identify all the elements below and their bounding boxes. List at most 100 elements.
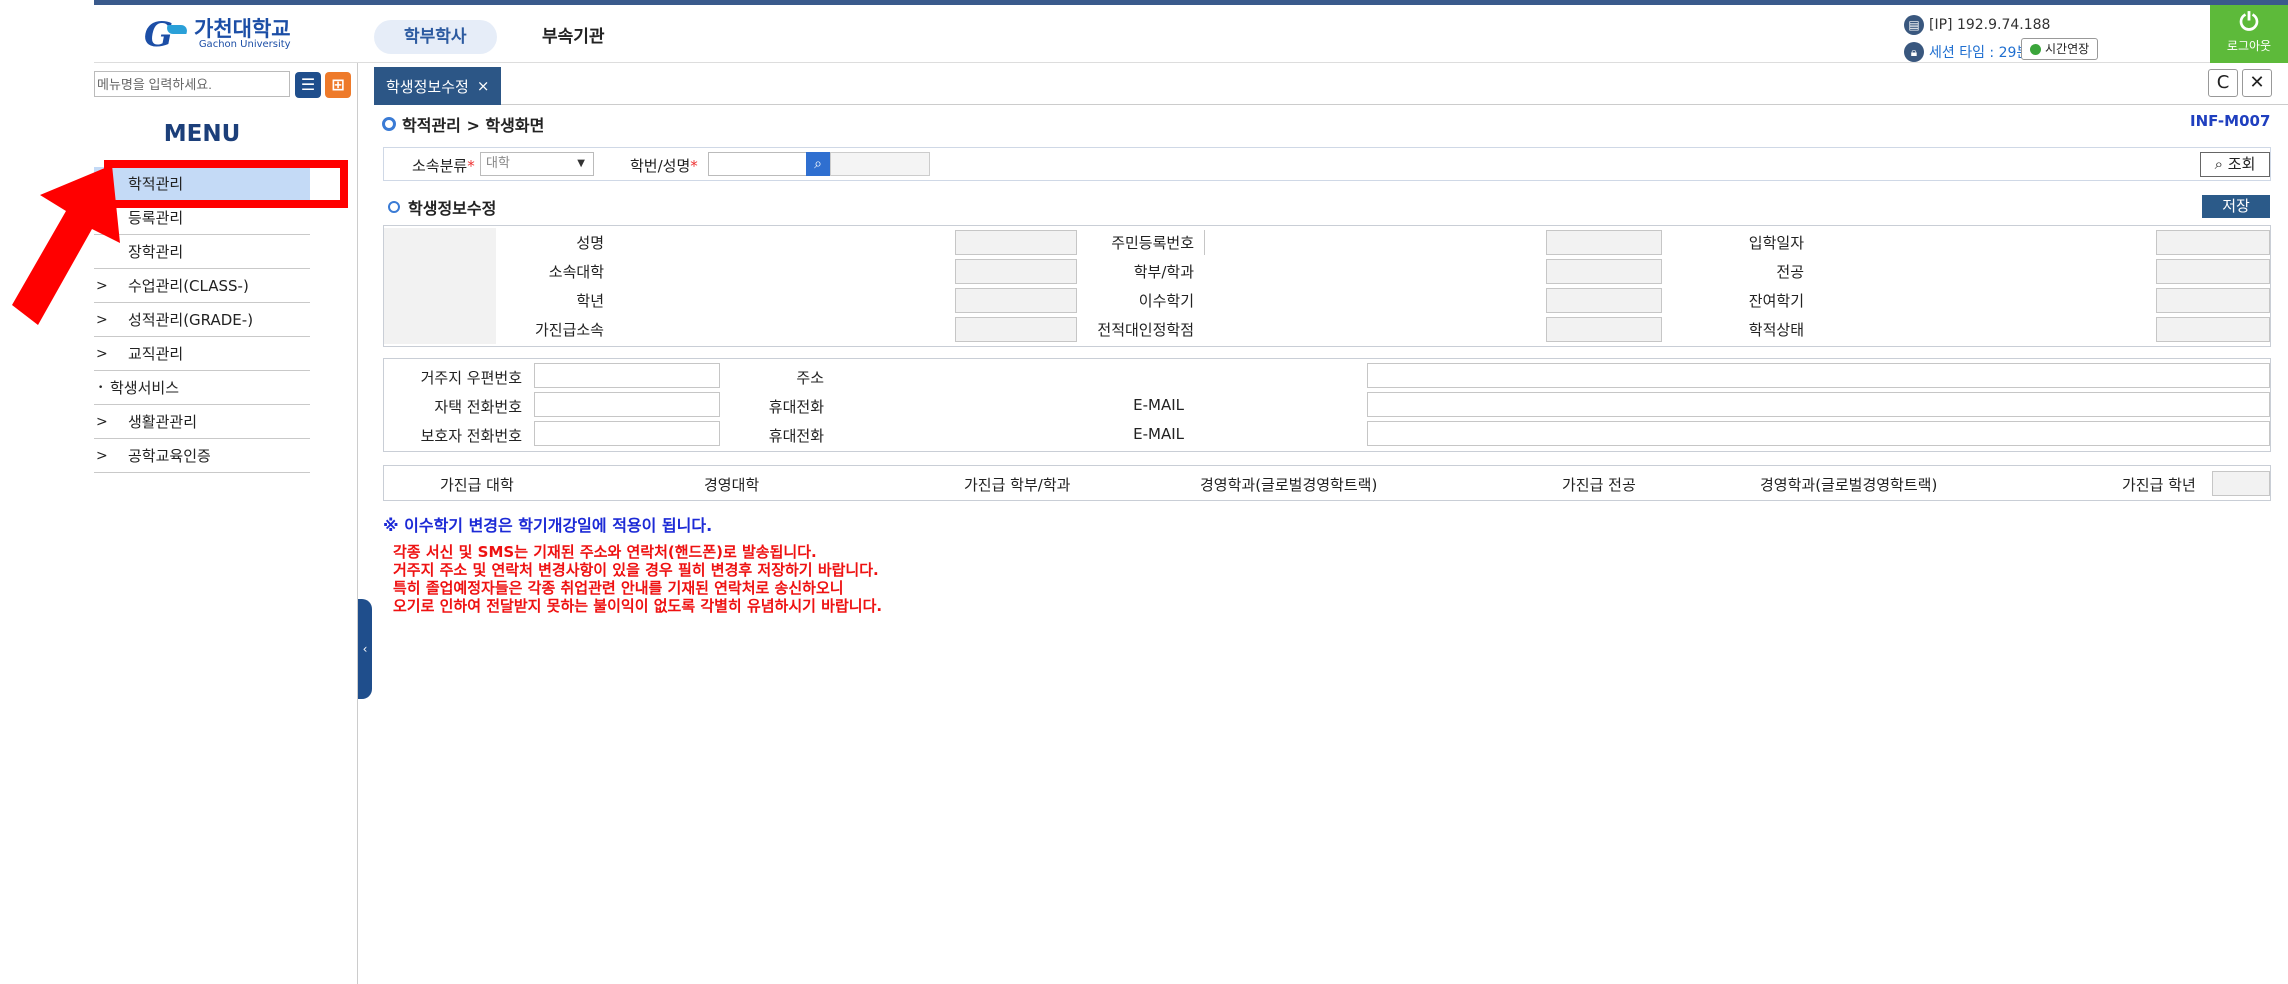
sidebar-item-label: 등록관리 [128, 209, 184, 227]
tab-label: 학생정보수정 [386, 77, 469, 96]
clock-icon [2030, 43, 2041, 55]
label-home-phone: 자택 전화번호 [434, 398, 522, 416]
label-address: 주소 [796, 369, 824, 387]
query-button[interactable]: ⌕ 조회 [2200, 152, 2270, 177]
provisional-college-value: 경영대학 [704, 476, 760, 494]
tab-student-info-edit[interactable]: 학생정보수정 × [374, 67, 502, 105]
provisional-summary-panel: 가진급 대학 경영대학 가진급 학부/학과 경영학과(글로벌경영학트랙) 가진급… [383, 465, 2271, 501]
lock-icon: 🔒︎ [1904, 42, 1924, 62]
highlight-box [104, 160, 348, 208]
bullet-icon: • [98, 382, 104, 393]
sidebar-item-label: 교직관리 [128, 345, 184, 363]
provisional-grade-field[interactable] [2212, 471, 2270, 496]
label-admission-date: 입학일자 [1748, 234, 1804, 252]
year-field[interactable] [955, 288, 1077, 313]
refresh-icon[interactable]: C [2208, 69, 2238, 97]
admission-date-field[interactable] [2156, 230, 2270, 255]
student-id-input[interactable] [708, 152, 808, 176]
major-field[interactable] [2156, 259, 2270, 284]
notice-line: 오기로 인하여 전달받지 못하는 불이익이 없도록 각별히 유념하시기 바랍니다… [393, 597, 883, 615]
name-field[interactable] [955, 230, 1077, 255]
label-department: 학부/학과 [1133, 263, 1194, 281]
logo-mark-icon: G [144, 15, 190, 55]
dept-select[interactable]: 대학 ▼ [480, 152, 594, 176]
sidebar-item-engineering-cert[interactable]: > 공학교육인증 [94, 439, 310, 473]
close-icon[interactable]: ✕ [2242, 69, 2272, 97]
provisional-major-value: 경영학과(글로벌경영학트랙) [1760, 476, 1938, 494]
guardian-email-field[interactable] [1367, 421, 2270, 446]
nav-affiliated-institutions[interactable]: 부속기관 [512, 20, 635, 54]
search-bar: 소속분류* 대학 ▼ 학번/성명* ⌕ [383, 147, 2271, 181]
chevron-right-icon: > [96, 345, 108, 362]
chevron-right-icon: > [96, 447, 108, 464]
label-provisional-grade: 가진급 학년 [2122, 476, 2196, 494]
label-transfer-credits: 전적대인정학점 [1097, 321, 1194, 339]
sidebar-item-label: 수업관리(CLASS-) [128, 277, 249, 295]
logo-english-name: Gachon University [198, 38, 291, 50]
save-button[interactable]: 저장 [2202, 195, 2270, 218]
monitor-icon: ▤ [1904, 15, 1924, 35]
search-icon[interactable]: ⌕ [806, 152, 830, 176]
label-guardian-mobile: 휴대전화 [768, 427, 824, 445]
extend-session-label: 시간연장 [2045, 42, 2090, 56]
label-provisional-college: 가진급 대학 [440, 476, 514, 494]
dept-label: 소속분류* [412, 157, 475, 175]
menu-search-input[interactable] [94, 71, 290, 97]
resident-number-field[interactable] [1546, 230, 1662, 255]
sidebar-item-label: 생활관관리 [128, 413, 198, 431]
provisional-dept-value: 경영학과(글로벌경영학트랙) [1200, 476, 1378, 494]
contact-panel: 거주지 우편번호 주소 자택 전화번호 휴대전화 E-MAIL 보호자 전화번호… [383, 358, 2271, 452]
label-provisional-affiliation: 가진급소속 [534, 321, 604, 339]
dept-select-value: 대학 [486, 156, 510, 171]
university-logo[interactable]: G 가천대학교 Gachon University [144, 15, 291, 55]
red-arrow-icon [12, 165, 120, 325]
guardian-phone-field[interactable] [534, 421, 720, 446]
transfer-credits-field[interactable] [1546, 317, 1662, 342]
sidebar-item-label: 장학관리 [128, 243, 184, 261]
label-resident-number: 주민등록번호 [1111, 234, 1194, 252]
student-name-input[interactable] [830, 152, 930, 176]
label-guardian-phone: 보호자 전화번호 [420, 427, 522, 445]
notice-line: 각종 서신 및 SMS는 기재된 주소와 연락처(핸드폰)로 발송됩니다. [393, 543, 817, 561]
sidebar-item-dormitory[interactable]: > 생활관관리 [94, 405, 310, 439]
logo-korean-name: 가천대학교 [194, 16, 291, 41]
page-code: INF-M007 [2190, 112, 2271, 130]
zip-code-field[interactable] [534, 363, 720, 388]
sidebar-item-teaching[interactable]: > 교직관리 [94, 337, 310, 371]
label-major: 전공 [1776, 263, 1804, 281]
tab-bar: 학생정보수정 × C ✕ [374, 63, 2288, 105]
label-email: E-MAIL [1133, 396, 1184, 414]
menu-title: MENU [163, 121, 241, 147]
ip-info: ▤ [IP] 192.9.74.188 [1904, 15, 2050, 35]
grid-view-icon[interactable]: ⊞ [325, 72, 351, 98]
notice-line: 특히 졸업예정자들은 각종 취업관련 안내를 기재된 연락처로 송신하오니 [393, 579, 844, 597]
section-title: 학생정보수정 [388, 195, 496, 219]
close-tab-icon[interactable]: × [477, 77, 490, 95]
college-field[interactable] [955, 259, 1077, 284]
list-view-icon[interactable]: ☰ [295, 72, 321, 98]
sidebar-item-student-services[interactable]: • 학생서비스 [94, 371, 310, 405]
sidebar-collapse-handle[interactable]: ‹ [358, 599, 372, 699]
breadcrumb-bullet-icon [382, 117, 396, 131]
contact-notice: 각종 서신 및 SMS는 기재된 주소와 연락처(핸드폰)로 발송됩니다. 거주… [393, 543, 882, 615]
remaining-semesters-field[interactable] [2156, 288, 2270, 313]
breadcrumb: 학적관리 > 학생화면 [382, 112, 544, 136]
logout-label: 로그아웃 [2226, 39, 2272, 53]
email-field[interactable] [1367, 392, 2270, 417]
sidebar-item-label: 공학교육인증 [128, 447, 211, 465]
label-mobile: 휴대전화 [768, 398, 824, 416]
nav-undergrad-academics[interactable]: 학부학사 [374, 20, 497, 54]
label-zip-code: 거주지 우편번호 [420, 369, 522, 387]
label-completed-semesters: 이수학기 [1138, 292, 1194, 310]
sidebar-item-label: 학생서비스 [110, 379, 180, 397]
extend-session-button[interactable]: 시간연장 [2021, 38, 2099, 60]
completed-semesters-field[interactable] [1546, 288, 1662, 313]
enrollment-status-field[interactable] [2156, 317, 2270, 342]
address-field[interactable] [1367, 363, 2270, 388]
logout-button[interactable]: ⏻ 로그아웃 [2210, 5, 2288, 63]
power-icon: ⏻ [2239, 8, 2259, 36]
label-year: 학년 [576, 292, 604, 310]
home-phone-field[interactable] [534, 392, 720, 417]
label-provisional-dept: 가진급 학부/학과 [964, 476, 1071, 494]
department-field[interactable] [1546, 259, 1662, 284]
